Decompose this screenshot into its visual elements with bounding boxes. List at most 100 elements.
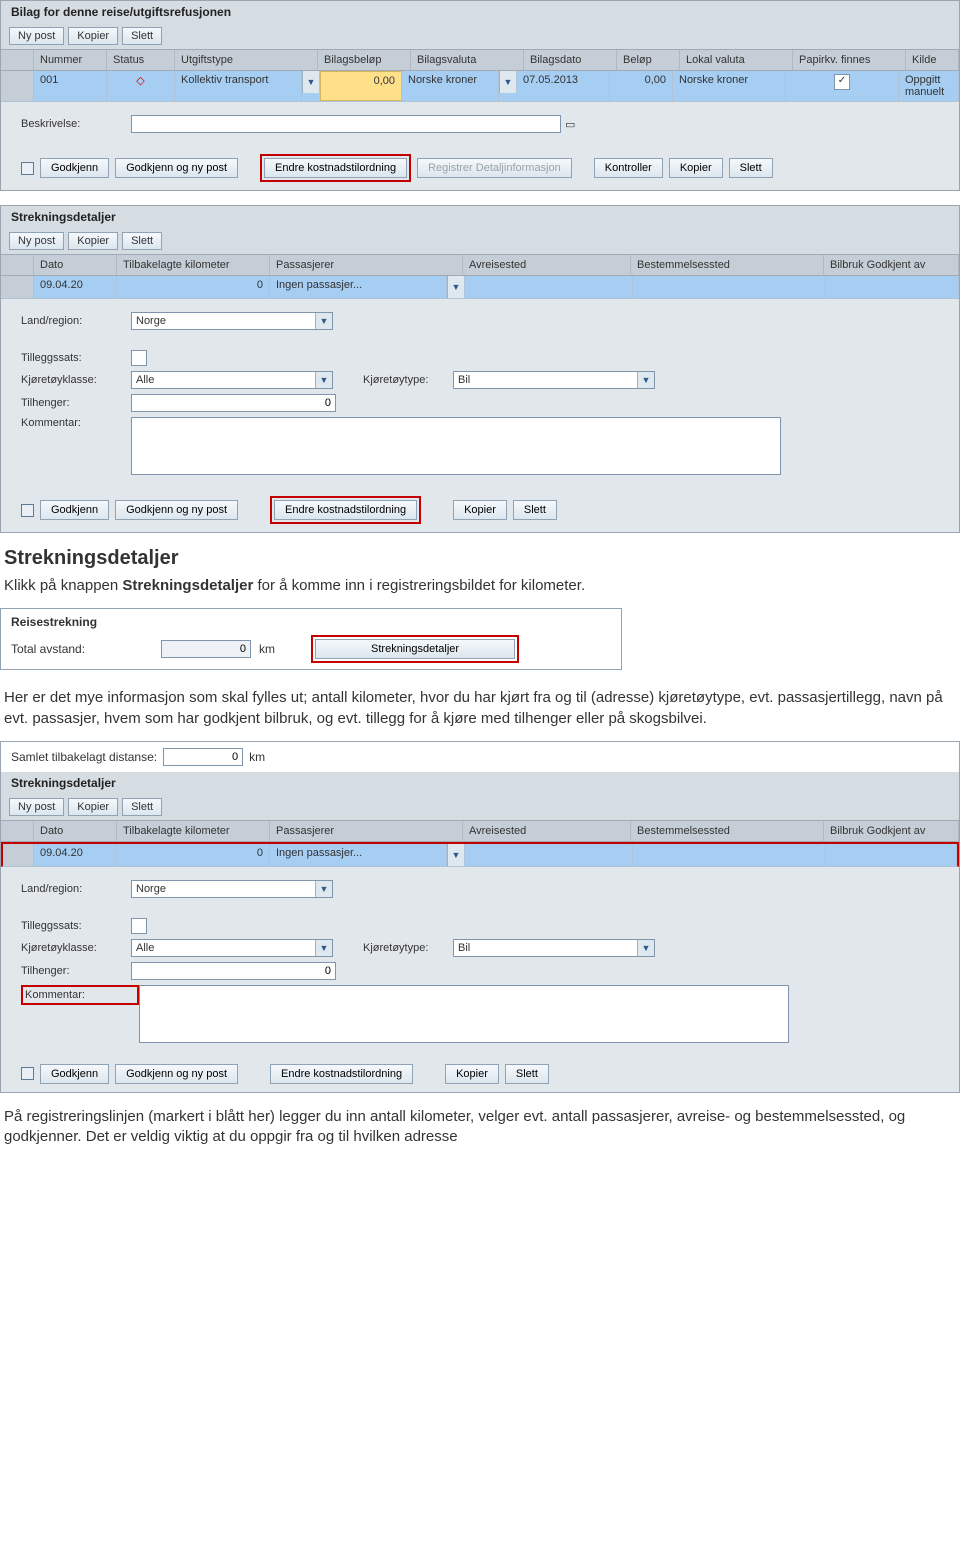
col-best[interactable]: Bestemmelsessted [631,255,824,275]
status-box-icon [21,504,34,517]
cell-utgiftstype[interactable]: Kollektiv transport [175,71,302,101]
chevron-down-icon[interactable]: ▼ [315,313,332,329]
cell-dato[interactable]: 09.04.20 [34,844,117,866]
godkjenn-button[interactable]: Godkjenn [40,500,109,520]
page-icon[interactable]: ▭ [565,118,575,131]
kopier-button[interactable]: Kopier [68,232,118,250]
samlet-value[interactable] [163,748,243,766]
kopier-button[interactable]: Kopier [68,798,118,816]
godkjenn-ny-button[interactable]: Godkjenn og ny post [115,500,238,520]
cell-bilagsbelop[interactable]: 0,00 [320,71,402,101]
cell-pass[interactable]: Ingen passasjer... [270,844,447,866]
col-utgiftstype[interactable]: Utgiftstype [175,50,318,70]
tillegg-checkbox[interactable] [131,918,147,934]
col-pass[interactable]: Passasjerer [270,255,463,275]
chevron-down-icon[interactable]: ▼ [315,881,332,897]
tillegg-checkbox[interactable] [131,350,147,366]
row-selector[interactable] [1,71,34,101]
kommentar-input[interactable] [139,985,789,1043]
chevron-down-icon[interactable]: ▼ [499,71,517,93]
chevron-down-icon[interactable]: ▼ [447,276,465,298]
beskrivelse-input[interactable] [131,115,561,133]
diamond-icon: ◇ [136,75,144,87]
slett-button[interactable]: Slett [505,1064,549,1084]
type-select[interactable]: Bil ▼ [453,939,655,957]
cell-dato[interactable]: 09.04.20 [34,276,117,298]
col-best[interactable]: Bestemmelsessted [631,821,824,841]
chevron-down-icon[interactable]: ▼ [315,940,332,956]
godkjenn-button[interactable]: Godkjenn [40,158,109,178]
table-row[interactable]: 09.04.20 0 Ingen passasjer... ▼ [1,276,959,299]
chevron-down-icon[interactable]: ▼ [637,372,654,388]
kopier-button[interactable]: Kopier [669,158,723,178]
slett-button[interactable]: Slett [122,798,162,816]
col-status[interactable]: Status [107,50,175,70]
cell-km[interactable]: 0 [117,276,270,298]
panel-title: Strekningsdetaljer [1,772,959,794]
cell-avreise[interactable] [465,276,633,298]
kontroller-button[interactable]: Kontroller [594,158,663,178]
kommentar-input[interactable] [131,417,781,475]
chevron-down-icon[interactable]: ▼ [637,940,654,956]
kopier-button[interactable]: Kopier [68,27,118,45]
col-avreise[interactable]: Avreisested [463,255,631,275]
col-belop[interactable]: Beløp [617,50,680,70]
land-select[interactable]: Norge ▼ [131,312,333,330]
godkjenn-ny-button[interactable]: Godkjenn og ny post [115,158,238,178]
type-select[interactable]: Bil ▼ [453,371,655,389]
chevron-down-icon[interactable]: ▼ [302,71,320,93]
col-nummer[interactable]: Nummer [34,50,107,70]
godkjenn-ny-button[interactable]: Godkjenn og ny post [115,1064,238,1084]
col-kilde[interactable]: Kilde [906,50,959,70]
kopier-button[interactable]: Kopier [445,1064,499,1084]
cell-papirkv[interactable]: ✓ [786,71,899,101]
col-bilagsbelop[interactable]: Bilagsbeløp [318,50,411,70]
endre-kostnad-button[interactable]: Endre kostnadstilordning [270,1064,413,1084]
endre-kostnad-button[interactable]: Endre kostnadstilordning [264,158,407,178]
klasse-select[interactable]: Alle ▼ [131,371,333,389]
col-pass[interactable]: Passasjerer [270,821,463,841]
cell-bilagsvaluta[interactable]: Norske kroner [402,71,499,101]
slett-button[interactable]: Slett [513,500,557,520]
slett-button[interactable]: Slett [122,232,162,250]
col-bilagsdato[interactable]: Bilagsdato [524,50,617,70]
ny-post-button[interactable]: Ny post [9,232,64,250]
land-select[interactable]: Norge ▼ [131,880,333,898]
cell-bilbruk[interactable] [826,276,959,298]
col-avreise[interactable]: Avreisested [463,821,631,841]
col-dato[interactable]: Dato [34,821,117,841]
ny-post-button[interactable]: Ny post [9,798,64,816]
col-km[interactable]: Tilbakelagte kilometer [117,821,270,841]
klasse-select[interactable]: Alle ▼ [131,939,333,957]
cell-avreise[interactable] [465,844,633,866]
cell-bilbruk[interactable] [826,844,957,866]
cell-pass[interactable]: Ingen passasjer... [270,276,447,298]
endre-kostnad-button[interactable]: Endre kostnadstilordning [274,500,417,520]
checkbox-checked-icon[interactable]: ✓ [834,74,850,90]
col-papirkv[interactable]: Papirkv. finnes [793,50,906,70]
ny-post-button[interactable]: Ny post [9,27,64,45]
cell-status: ◇ [107,71,175,101]
tilhenger-input[interactable] [131,394,336,412]
godkjenn-button[interactable]: Godkjenn [40,1064,109,1084]
cell-km[interactable]: 0 [117,844,270,866]
chevron-down-icon[interactable]: ▼ [447,844,465,866]
col-dato[interactable]: Dato [34,255,117,275]
col-bilagsvaluta[interactable]: Bilagsvaluta [411,50,524,70]
cell-best[interactable] [633,844,826,866]
strekningsdetaljer-button[interactable]: Strekningsdetaljer [315,639,515,659]
col-km[interactable]: Tilbakelagte kilometer [117,255,270,275]
slett-button[interactable]: Slett [729,158,773,178]
col-bilbruk[interactable]: Bilbruk Godkjent av [824,821,959,841]
kopier-button[interactable]: Kopier [453,500,507,520]
chevron-down-icon[interactable]: ▼ [315,372,332,388]
cell-kilde: Oppgitt manuelt [899,71,959,101]
table-row-highlighted[interactable]: 09.04.20 0 Ingen passasjer... ▼ [1,842,959,867]
slett-button[interactable]: Slett [122,27,162,45]
col-lokal[interactable]: Lokal valuta [680,50,793,70]
cell-best[interactable] [633,276,826,298]
tilhenger-input[interactable] [131,962,336,980]
cell-bilagsdato[interactable]: 07.05.2013 [517,71,610,101]
table-row[interactable]: 001 ◇ Kollektiv transport ▼ 0,00 Norske … [1,71,959,102]
col-bilbruk[interactable]: Bilbruk Godkjent av [824,255,959,275]
